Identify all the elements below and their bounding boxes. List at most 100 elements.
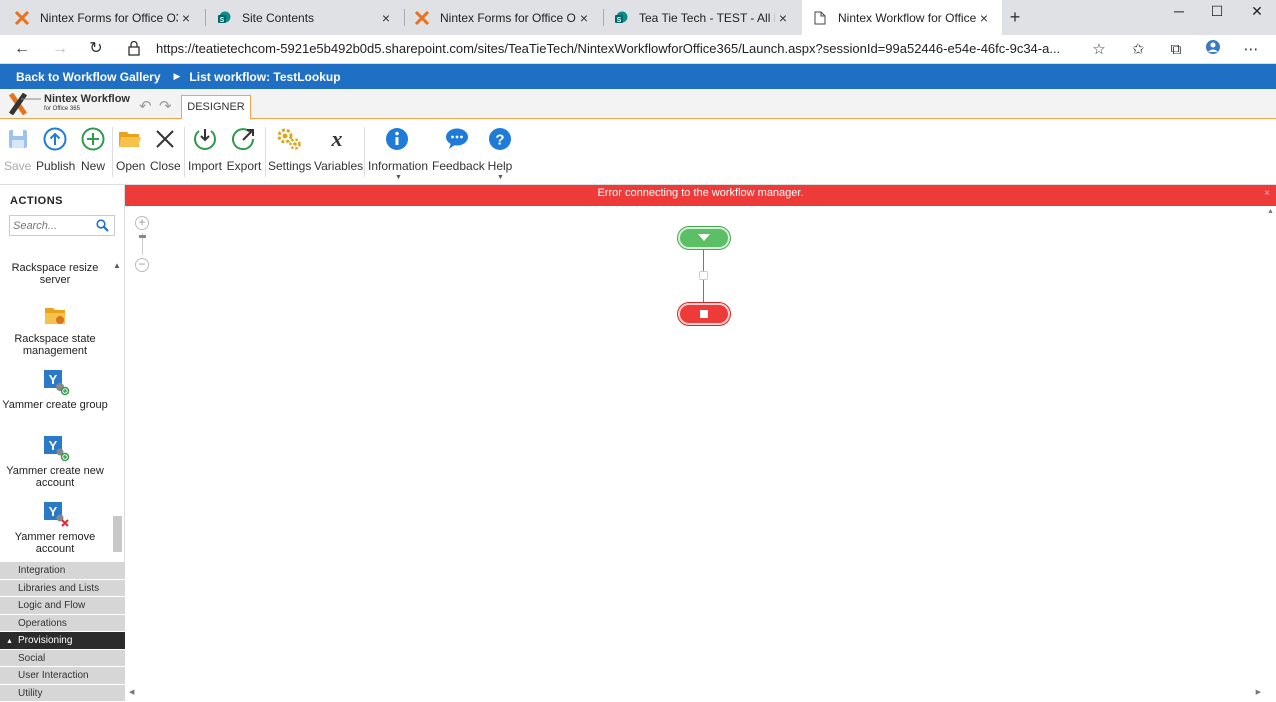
favorite-star-icon[interactable]: ☆ — [1087, 39, 1111, 61]
new-button[interactable]: New — [79, 125, 107, 173]
refresh-icon[interactable]: ↻ — [84, 38, 108, 60]
back-to-gallery-link[interactable]: Back to Workflow Gallery — [16, 70, 161, 84]
new-label: New — [79, 159, 107, 173]
workflow-stop-node[interactable] — [678, 303, 730, 325]
category-user-interaction[interactable]: User Interaction — [0, 667, 125, 685]
action-rackspace-state-management[interactable]: Rackspace state management — [2, 302, 108, 357]
category-logic-and-flow[interactable]: Logic and Flow — [0, 597, 125, 615]
export-icon — [230, 125, 258, 153]
ribbon-toolbar: Save Publish New Open Close Import — [0, 119, 1276, 185]
open-button[interactable]: Open — [116, 125, 144, 173]
help-button[interactable]: ? Help — [486, 125, 514, 173]
canvas-horizontal-scrollbar[interactable]: ◀ ▶ — [125, 688, 1265, 700]
action-label: Yammer create group — [2, 399, 108, 411]
browser-tab-active[interactable]: Nintex Workflow for Office 365 × — [802, 0, 1002, 35]
export-button[interactable]: Export — [226, 125, 262, 173]
minimize-icon[interactable]: ─ — [1160, 0, 1198, 22]
save-button[interactable]: Save — [4, 125, 30, 173]
action-yammer-create-group[interactable]: Y Yammer create group — [2, 368, 108, 411]
action-label: Rackspace resize server — [12, 262, 99, 286]
settings-label: Settings — [268, 159, 310, 173]
canvas-vertical-scrollbar[interactable]: ▲ — [1267, 206, 1273, 688]
close-icon[interactable]: × — [1264, 185, 1270, 202]
svg-text:Y: Y — [49, 372, 58, 387]
close-icon[interactable]: × — [378, 10, 394, 26]
close-button[interactable]: Close — [150, 125, 180, 173]
close-icon[interactable]: × — [178, 10, 194, 26]
search-icon[interactable] — [96, 219, 109, 235]
svg-text:?: ? — [495, 132, 504, 149]
gears-icon — [275, 125, 303, 153]
new-tab-icon[interactable]: + — [1004, 6, 1026, 28]
back-arrow-icon[interactable]: ← — [10, 38, 34, 60]
browser-tab[interactable]: S Site Contents × — [206, 0, 404, 35]
action-rackspace-resize-server[interactable]: Rackspace resize server — [2, 262, 108, 286]
url-field[interactable]: https://teatietechcom-5921e5b492b0d5.sha… — [156, 41, 1078, 56]
save-label: Save — [4, 159, 30, 173]
help-label: Help — [486, 159, 514, 173]
favorites-list-icon[interactable]: ✩ — [1126, 39, 1150, 61]
window-close-icon[interactable]: ✕ — [1238, 0, 1276, 22]
workflow-start-node[interactable] — [678, 227, 730, 249]
svg-text:Y: Y — [49, 438, 58, 453]
scroll-up-arrow-icon[interactable]: ▲ — [1267, 208, 1274, 215]
maximize-icon[interactable]: ☐ — [1198, 0, 1236, 22]
save-icon — [4, 125, 32, 153]
close-icon[interactable]: × — [775, 10, 791, 26]
settings-button[interactable]: Settings — [268, 125, 310, 173]
feedback-label: Feedback — [432, 159, 482, 173]
scroll-right-arrow-icon[interactable]: ▶ — [1256, 688, 1261, 696]
category-label: Operations — [18, 618, 67, 629]
info-icon — [383, 125, 411, 153]
chevron-down-icon[interactable]: ▼ — [497, 174, 504, 181]
import-label: Import — [187, 159, 223, 173]
scrollbar-thumb[interactable] — [113, 516, 122, 552]
actions-scrollbar[interactable]: ▲ — [111, 261, 123, 553]
category-libraries-and-lists[interactable]: Libraries and Lists — [0, 580, 125, 598]
caret-up-icon: ▲ — [6, 638, 13, 645]
import-button[interactable]: Import — [187, 125, 223, 173]
browser-tab[interactable]: Nintex Forms for Office O365 × — [404, 0, 602, 35]
information-button[interactable]: Information — [368, 125, 426, 173]
category-social[interactable]: Social — [0, 650, 125, 668]
open-label: Open — [116, 159, 144, 173]
zoom-in-icon[interactable]: + — [135, 216, 149, 230]
zoom-slider[interactable] — [142, 233, 143, 255]
collections-icon[interactable]: ⧉ — [1164, 39, 1188, 61]
more-menu-icon[interactable]: ⋯ — [1239, 39, 1263, 61]
category-label: Utility — [18, 688, 42, 699]
browser-tab[interactable]: S Tea Tie Tech - TEST - All Items × — [603, 0, 801, 35]
lock-icon — [128, 40, 142, 58]
plus-circle-icon — [79, 125, 107, 153]
close-icon[interactable]: × — [576, 10, 592, 26]
undo-icon[interactable]: ↶ — [139, 97, 152, 115]
scroll-up-arrow-icon[interactable]: ▲ — [113, 261, 121, 270]
zoom-slider-handle[interactable] — [139, 235, 146, 238]
close-icon[interactable]: × — [976, 10, 992, 26]
scroll-left-arrow-icon[interactable]: ◀ — [129, 688, 134, 696]
action-search-input[interactable] — [10, 216, 94, 235]
profile-avatar-icon[interactable] — [1201, 39, 1225, 61]
zoom-out-icon[interactable]: − — [135, 258, 149, 272]
redo-icon[interactable]: ↷ — [159, 97, 172, 115]
chevron-down-icon[interactable]: ▼ — [395, 174, 402, 181]
browser-tab-label: Nintex Forms for Office O365 — [40, 11, 178, 25]
svg-text:S: S — [220, 17, 225, 24]
action-yammer-create-new-account[interactable]: Y Yammer create new account — [2, 434, 108, 489]
action-yammer-remove-account[interactable]: Y Yammer remove account — [2, 500, 108, 555]
workflow-canvas[interactable]: + − ▲ ◀ ▶ — [125, 206, 1276, 700]
triangle-down-icon — [680, 229, 728, 247]
category-provisioning[interactable]: ▲Provisioning — [0, 632, 125, 650]
publish-button[interactable]: Publish — [36, 125, 74, 173]
feedback-button[interactable]: Feedback — [432, 125, 482, 173]
forward-arrow-icon[interactable]: → — [48, 38, 72, 60]
drop-target-handle[interactable] — [699, 271, 708, 280]
category-operations[interactable]: Operations — [0, 615, 125, 633]
variables-button[interactable]: x Variables — [314, 125, 360, 173]
action-search-box — [9, 215, 115, 236]
tab-designer[interactable]: DESIGNER — [181, 95, 251, 120]
browser-tab-label: Nintex Workflow for Office 365 — [838, 11, 976, 25]
category-utility[interactable]: Utility — [0, 685, 125, 702]
category-integration[interactable]: Integration — [0, 562, 125, 580]
browser-tab[interactable]: Nintex Forms for Office O365 × — [4, 0, 204, 35]
